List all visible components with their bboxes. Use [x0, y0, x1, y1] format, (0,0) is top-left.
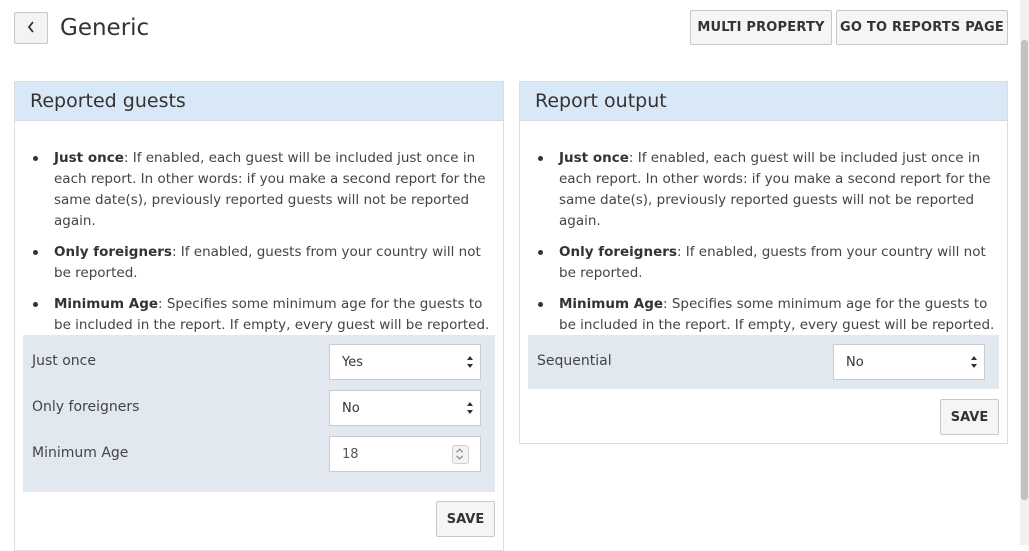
select-arrows-icon: [466, 354, 474, 370]
panel-title: Report output: [520, 82, 1007, 121]
minimum-age-input[interactable]: 18: [329, 436, 481, 472]
list-item: Minimum Age: Specifies some minimum age …: [29, 294, 491, 336]
only-foreigners-row: Only foreigners No: [23, 390, 495, 426]
bullet-term: Only foreigners: [559, 244, 677, 260]
report-output-panel: Report output Just once: If enabled, eac…: [519, 81, 1008, 444]
help-list: Just once: If enabled, each guest will b…: [534, 148, 996, 346]
sequential-label: Sequential: [537, 353, 612, 369]
page-title: Generic: [60, 15, 150, 41]
minimum-age-label: Minimum Age: [32, 445, 129, 461]
just-once-select[interactable]: Yes: [329, 344, 481, 380]
select-value: Yes: [342, 355, 363, 370]
spinner-arrows-icon: [456, 448, 464, 460]
list-item: Just once: If enabled, each guest will b…: [29, 148, 491, 232]
sequential-row: Sequential No: [528, 344, 999, 380]
minimum-age-row: Minimum Age 18: [23, 436, 495, 472]
go-to-reports-button[interactable]: GO TO REPORTS PAGE: [836, 10, 1008, 45]
list-item: Minimum Age: Specifies some minimum age …: [534, 294, 996, 336]
chevron-left-icon: [26, 19, 36, 38]
report-output-form: Sequential No: [528, 335, 999, 389]
select-arrows-icon: [970, 354, 978, 370]
list-item: Just once: If enabled, each guest will b…: [534, 148, 996, 232]
just-once-label: Just once: [32, 353, 96, 369]
bullet-term: Just once: [54, 150, 124, 166]
bullet-term: Just once: [559, 150, 629, 166]
list-item: Only foreigners: If enabled, guests from…: [29, 242, 491, 284]
list-item: Only foreigners: If enabled, guests from…: [534, 242, 996, 284]
bullet-term: Minimum Age: [54, 296, 159, 312]
select-value: No: [342, 401, 360, 416]
just-once-row: Just once Yes: [23, 344, 495, 380]
reported-guests-form: Just once Yes Only foreigners No Minimum…: [23, 335, 495, 492]
panel-title: Reported guests: [15, 82, 503, 121]
reported-guests-panel: Reported guests Just once: If enabled, e…: [14, 81, 504, 551]
only-foreigners-label: Only foreigners: [32, 399, 140, 415]
save-button[interactable]: SAVE: [436, 501, 495, 537]
select-value: No: [846, 355, 864, 370]
scrollbar-thumb[interactable]: [1021, 40, 1028, 500]
bullet-term: Only foreigners: [54, 244, 172, 260]
select-arrows-icon: [466, 400, 474, 416]
multi-property-button[interactable]: MULTI PROPERTY: [690, 10, 832, 45]
help-list: Just once: If enabled, each guest will b…: [29, 148, 491, 346]
only-foreigners-select[interactable]: No: [329, 390, 481, 426]
back-button[interactable]: [14, 12, 48, 44]
number-spinner[interactable]: [452, 445, 469, 464]
bullet-term: Minimum Age: [559, 296, 664, 312]
save-button[interactable]: SAVE: [940, 399, 999, 435]
input-value: 18: [342, 447, 359, 462]
page-scrollbar[interactable]: [1020, 0, 1029, 545]
sequential-select[interactable]: No: [833, 344, 985, 380]
